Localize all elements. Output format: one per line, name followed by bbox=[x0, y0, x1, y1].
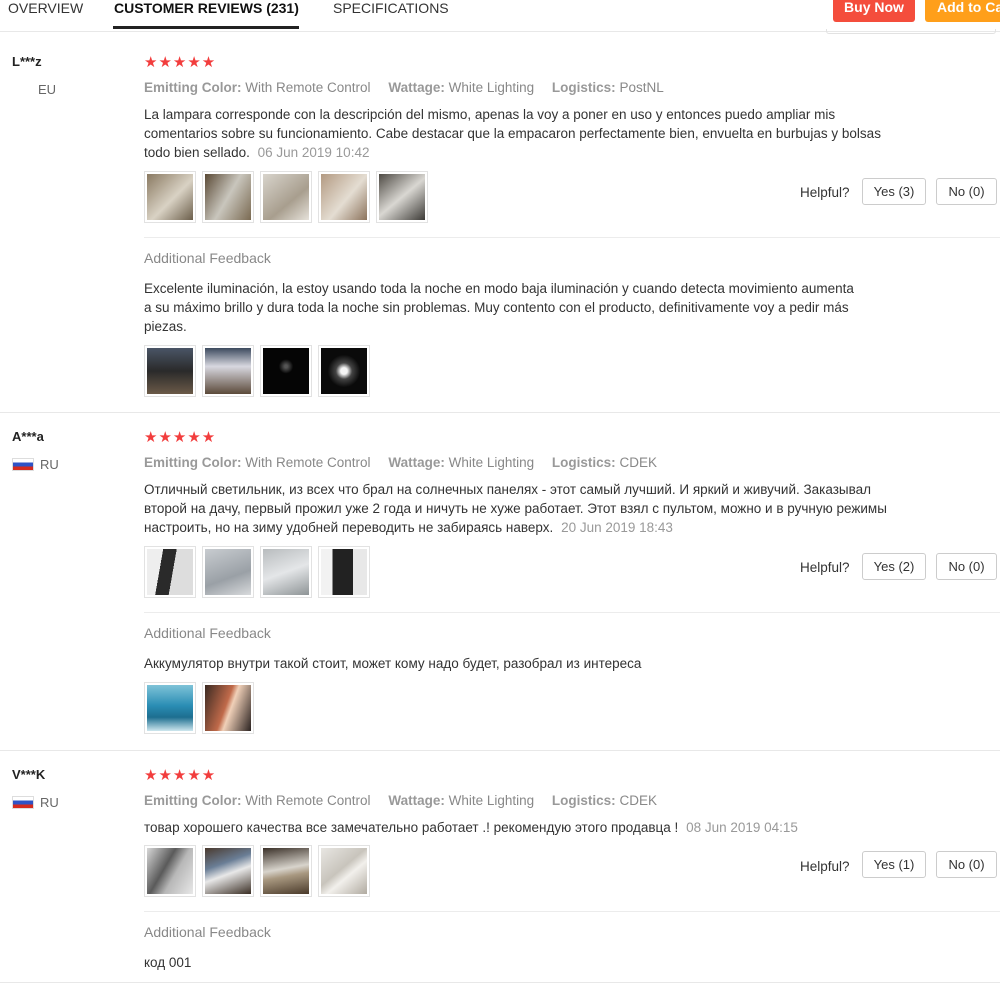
additional-feedback-text: Excelente iluminación, la estoy usando t… bbox=[144, 281, 854, 334]
attr-label: Emitting Color: bbox=[144, 455, 242, 470]
country-code: RU bbox=[40, 795, 59, 810]
active-tab-indicator bbox=[113, 26, 299, 29]
helpful-no-button[interactable]: No (0) bbox=[936, 178, 997, 205]
russia-flag-icon bbox=[12, 796, 34, 809]
helpful-no-button[interactable]: No (0) bbox=[936, 851, 997, 878]
additional-feedback-label: Additional Feedback bbox=[144, 625, 271, 641]
reviewer-country: RU bbox=[12, 457, 59, 472]
review-body: La lampara corresponde con la descripció… bbox=[144, 107, 881, 160]
divider bbox=[144, 612, 1000, 613]
attr-value: With Remote Control bbox=[245, 793, 371, 808]
star-rating: ★★★★★ bbox=[144, 767, 217, 784]
review-date: 20 Jun 2019 18:43 bbox=[561, 520, 673, 535]
attr-label: Emitting Color: bbox=[144, 793, 242, 808]
helpful-label: Helpful? bbox=[800, 185, 850, 200]
review-photo[interactable] bbox=[260, 171, 312, 223]
review-photo[interactable] bbox=[202, 171, 254, 223]
country-code: EU bbox=[38, 82, 57, 97]
review-photo[interactable] bbox=[318, 171, 370, 223]
review-photo[interactable] bbox=[144, 845, 196, 897]
product-tabs-bar: OVERVIEW CUSTOMER REVIEWS (231) SPECIFIC… bbox=[0, 0, 1000, 34]
review-body: товар хорошего качества все замечательно… bbox=[144, 820, 679, 835]
review-text: La lampara corresponde con la descripció… bbox=[144, 105, 894, 162]
additional-photos bbox=[144, 682, 254, 734]
reviewer-name: A***a bbox=[12, 429, 44, 444]
helpful-label: Helpful? bbox=[800, 859, 850, 874]
helpful-yes-button[interactable]: Yes (1) bbox=[862, 851, 926, 878]
helpful-yes-button[interactable]: Yes (3) bbox=[862, 178, 926, 205]
attr-value: CDEK bbox=[619, 793, 657, 808]
review-photo[interactable] bbox=[144, 171, 196, 223]
attr-label: Logistics: bbox=[551, 793, 616, 808]
helpful-yes-button[interactable]: Yes (2) bbox=[862, 553, 926, 580]
review-photo[interactable] bbox=[318, 345, 370, 397]
attr-value: With Remote Control bbox=[245, 455, 371, 470]
add-to-cart-button[interactable]: Add to Ca bbox=[925, 0, 1000, 22]
review-body: Отличный светильник, из всех что брал на… bbox=[144, 482, 887, 535]
review-photo[interactable] bbox=[202, 682, 254, 734]
tab-customer-reviews[interactable]: CUSTOMER REVIEWS (231) bbox=[114, 0, 299, 16]
buy-now-button[interactable]: Buy Now bbox=[833, 0, 915, 22]
dropdown-edge bbox=[826, 29, 996, 34]
review-item: A***a RU ★★★★★ Emitting Color: With Remo… bbox=[0, 413, 1000, 751]
review-date: 06 Jun 2019 10:42 bbox=[257, 145, 370, 160]
review-photo[interactable] bbox=[376, 171, 428, 223]
reviewer-name: V***K bbox=[12, 767, 46, 782]
additional-photos bbox=[144, 345, 370, 397]
attr-value: White Lighting bbox=[448, 455, 535, 470]
divider bbox=[144, 911, 1000, 912]
attr-label: Wattage: bbox=[388, 455, 445, 470]
star-rating: ★★★★★ bbox=[144, 429, 217, 446]
review-item: V***K RU ★★★★★ Emitting Color: With Remo… bbox=[0, 751, 1000, 983]
review-photo[interactable] bbox=[202, 345, 254, 397]
review-photos bbox=[144, 546, 370, 598]
attr-value: CDEK bbox=[619, 455, 657, 470]
review-attributes: Emitting Color: With Remote Control Watt… bbox=[144, 455, 657, 470]
russia-flag-icon bbox=[12, 458, 34, 471]
reviewer-country: EU bbox=[38, 82, 56, 97]
attr-label: Wattage: bbox=[388, 793, 445, 808]
additional-feedback-label: Additional Feedback bbox=[144, 924, 271, 940]
attr-value: PostNL bbox=[619, 80, 664, 95]
review-photo[interactable] bbox=[260, 345, 312, 397]
review-item: L***z EU ★★★★★ Emitting Color: With Remo… bbox=[0, 38, 1000, 413]
additional-feedback-text: код 001 bbox=[144, 955, 192, 970]
attr-value: White Lighting bbox=[448, 793, 535, 808]
review-photo[interactable] bbox=[318, 845, 370, 897]
attr-label: Logistics: bbox=[551, 455, 616, 470]
review-photos bbox=[144, 171, 428, 223]
review-attributes: Emitting Color: With Remote Control Watt… bbox=[144, 80, 664, 95]
review-photo[interactable] bbox=[144, 682, 196, 734]
review-attributes: Emitting Color: With Remote Control Watt… bbox=[144, 793, 657, 808]
attr-value: White Lighting bbox=[448, 80, 535, 95]
review-photo[interactable] bbox=[202, 546, 254, 598]
review-photos bbox=[144, 845, 370, 897]
additional-feedback-text: Аккумулятор внутри такой стоит, может ко… bbox=[144, 656, 642, 671]
review-photo[interactable] bbox=[144, 345, 196, 397]
reviewer-name: L***z bbox=[12, 54, 42, 69]
reviewer-country: RU bbox=[12, 795, 59, 810]
attr-label: Logistics: bbox=[551, 80, 616, 95]
tab-overview[interactable]: OVERVIEW bbox=[8, 0, 83, 16]
divider bbox=[144, 237, 1000, 238]
review-text: товар хорошего качества все замечательно… bbox=[144, 818, 904, 837]
review-photo[interactable] bbox=[318, 546, 370, 598]
attr-value: With Remote Control bbox=[245, 80, 371, 95]
review-photo[interactable] bbox=[202, 845, 254, 897]
helpful-label: Helpful? bbox=[800, 560, 850, 575]
country-code: RU bbox=[40, 457, 59, 472]
review-photo[interactable] bbox=[260, 845, 312, 897]
review-photo[interactable] bbox=[144, 546, 196, 598]
review-text: Отличный светильник, из всех что брал на… bbox=[144, 480, 914, 537]
attr-label: Wattage: bbox=[388, 80, 445, 95]
additional-feedback-label: Additional Feedback bbox=[144, 250, 271, 266]
review-date: 08 Jun 2019 04:15 bbox=[686, 820, 798, 835]
review-photo[interactable] bbox=[260, 546, 312, 598]
helpful-no-button[interactable]: No (0) bbox=[936, 553, 997, 580]
star-rating: ★★★★★ bbox=[144, 54, 217, 71]
attr-label: Emitting Color: bbox=[144, 80, 242, 95]
tab-specifications[interactable]: SPECIFICATIONS bbox=[333, 0, 449, 16]
